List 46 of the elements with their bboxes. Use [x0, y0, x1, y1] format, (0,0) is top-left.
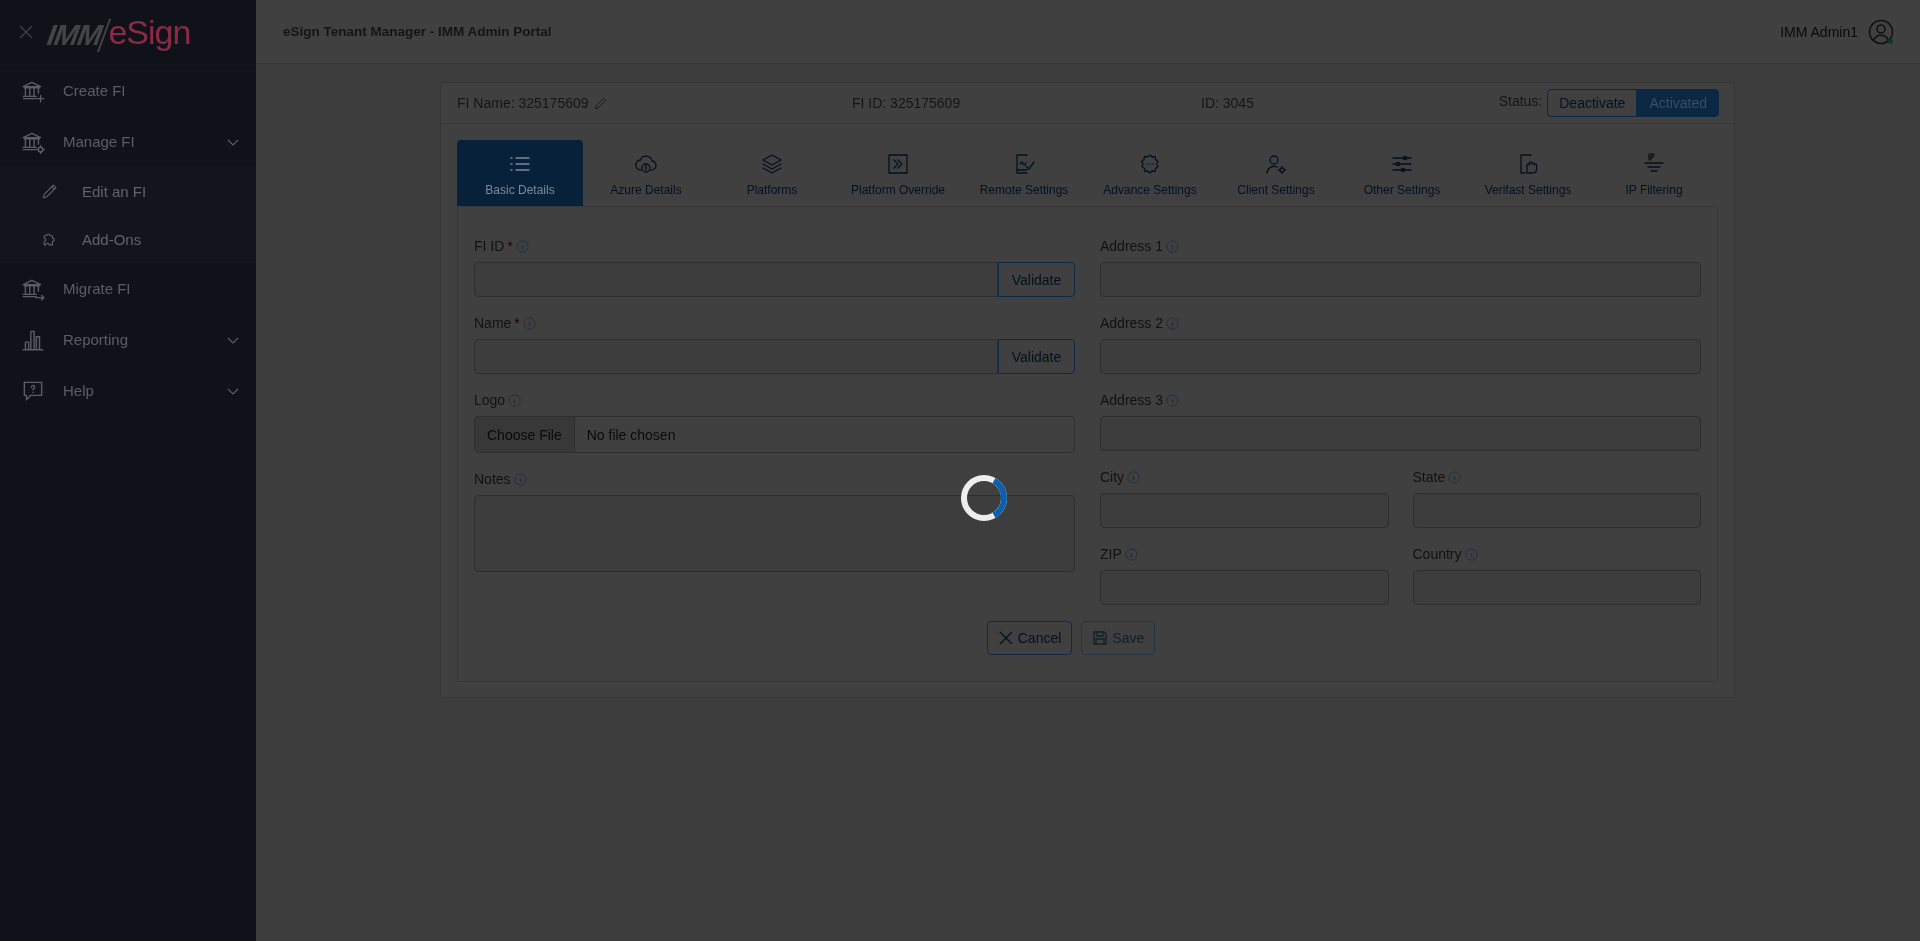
- required-mark: *: [514, 315, 520, 331]
- notes-field[interactable]: [474, 495, 1075, 572]
- tab[interactable]: Platforms: [709, 140, 835, 206]
- info-icon: [1127, 470, 1141, 484]
- tab[interactable]: Azure Details: [583, 140, 709, 206]
- forward-box-icon: [886, 152, 910, 176]
- required-mark: *: [507, 238, 513, 254]
- sidebar-item[interactable]: Reporting: [0, 314, 256, 365]
- tab[interactable]: Client Settings: [1213, 140, 1339, 206]
- close-icon[interactable]: [18, 24, 34, 40]
- sidebar-item[interactable]: Create FI: [0, 65, 256, 116]
- tab[interactable]: IP Filtering: [1591, 140, 1717, 206]
- sidebar-item[interactable]: Manage FI: [0, 116, 256, 167]
- cloud-info-icon: [634, 152, 658, 176]
- sidebar-item[interactable]: Migrate FI: [0, 263, 256, 314]
- cancel-button[interactable]: Cancel: [986, 621, 1073, 655]
- info-icon: [1464, 547, 1478, 561]
- close-icon: [997, 630, 1014, 646]
- text-field[interactable]: [474, 339, 998, 374]
- pencil-icon: [592, 95, 609, 111]
- info-icon: [515, 239, 529, 253]
- info-icon: [1166, 316, 1180, 330]
- user-avatar-icon[interactable]: [1868, 18, 1894, 45]
- layers-icon: [760, 152, 784, 176]
- tab[interactable]: Other Settings: [1339, 140, 1465, 206]
- tab[interactable]: Remote Settings: [961, 140, 1087, 206]
- validate-button[interactable]: Validate: [998, 339, 1075, 374]
- info-icon: [1448, 470, 1462, 484]
- info-icon: [513, 472, 527, 486]
- tab[interactable]: Verifast Settings: [1465, 140, 1591, 206]
- validate-button[interactable]: Validate: [998, 262, 1075, 297]
- tab[interactable]: Advance Settings: [1087, 140, 1213, 206]
- tab[interactable]: Platform Override: [835, 140, 961, 206]
- info-icon: [1166, 393, 1180, 407]
- info-icon: [508, 393, 522, 407]
- sidebar-item[interactable]: Help: [0, 365, 256, 416]
- sidebar-subitem[interactable]: Add-Ons: [0, 215, 256, 263]
- badge-dots-icon: [1138, 152, 1162, 176]
- info-icon: [1124, 547, 1138, 561]
- status-toggle[interactable]: Deactivate: [1547, 89, 1638, 117]
- text-field[interactable]: [474, 262, 998, 297]
- info-icon: [1166, 239, 1180, 253]
- tab[interactable]: Basic Details: [457, 140, 583, 206]
- sidebar-subitem[interactable]: Edit an FI: [0, 167, 256, 215]
- info-icon: [522, 316, 536, 330]
- user-gear-icon: [1264, 152, 1288, 176]
